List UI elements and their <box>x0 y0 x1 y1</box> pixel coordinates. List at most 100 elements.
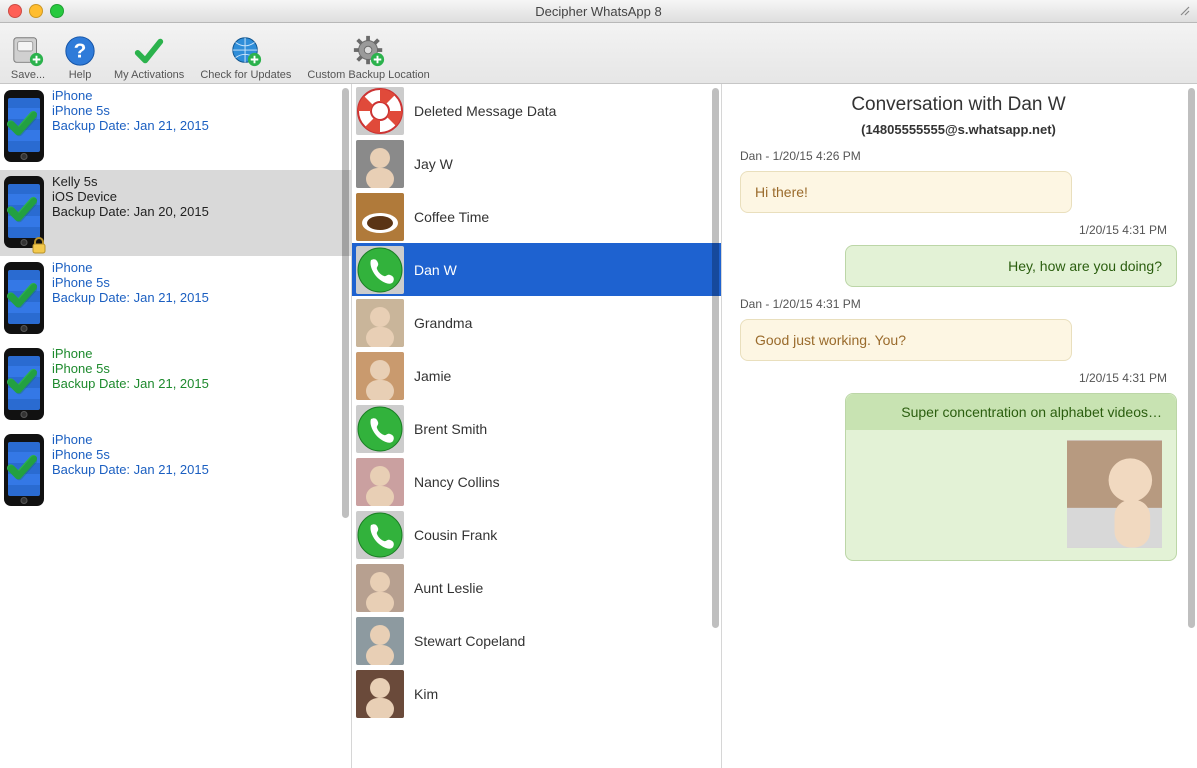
gear-icon <box>351 33 387 69</box>
contact-item[interactable]: Jay W <box>352 137 721 190</box>
contact-item[interactable]: Aunt Leslie <box>352 561 721 614</box>
contact-item[interactable]: Coffee Time <box>352 190 721 243</box>
device-thumbnail <box>4 432 46 510</box>
toolbar-label: Check for Updates <box>200 69 291 81</box>
save-button[interactable]: Save... <box>4 33 52 81</box>
contact-name: Nancy Collins <box>404 474 500 490</box>
custom-backup-button[interactable]: Custom Backup Location <box>301 33 435 81</box>
avatar <box>356 352 404 400</box>
toolbar-label: My Activations <box>114 69 184 81</box>
scrollbar[interactable] <box>712 88 719 628</box>
avatar <box>356 511 404 559</box>
device-info: iPhoneiPhone 5sBackup Date: Jan 21, 2015 <box>52 260 209 305</box>
outgoing-message: Hey, how are you doing? <box>845 245 1177 287</box>
device-item[interactable]: iPhoneiPhone 5sBackup Date: Jan 21, 2015 <box>0 342 351 428</box>
help-button[interactable]: ? Help <box>56 33 104 81</box>
message-text: Hey, how are you doing? <box>1008 258 1162 274</box>
contact-item[interactable]: Stewart Copeland <box>352 614 721 667</box>
scrollbar[interactable] <box>1188 88 1195 628</box>
avatar <box>356 458 404 506</box>
window-title: Decipher WhatsApp 8 <box>0 4 1197 19</box>
contact-name: Jay W <box>404 156 453 172</box>
minimize-window-button[interactable] <box>29 4 43 18</box>
avatar <box>356 246 404 294</box>
incoming-message: Hi there! <box>740 171 1072 213</box>
avatar <box>356 193 404 241</box>
message-timestamp: Dan - 1/20/15 4:31 PM <box>740 297 1177 311</box>
device-list: iPhoneiPhone 5sBackup Date: Jan 21, 2015… <box>0 84 352 768</box>
contact-name: Aunt Leslie <box>404 580 483 596</box>
scrollbar[interactable] <box>342 88 349 518</box>
contact-item[interactable]: Cousin Frank <box>352 508 721 561</box>
device-name: iPhone <box>52 346 209 361</box>
contact-name: Grandma <box>404 315 472 331</box>
contact-name: Cousin Frank <box>404 527 497 543</box>
window-controls <box>0 4 64 18</box>
device-backup-date: Backup Date: Jan 21, 2015 <box>52 290 209 305</box>
device-model: iOS Device <box>52 189 209 204</box>
avatar <box>356 670 404 718</box>
contact-name: Kim <box>404 686 438 702</box>
device-item[interactable]: iPhoneiPhone 5sBackup Date: Jan 21, 2015 <box>0 428 351 514</box>
titlebar: Decipher WhatsApp 8 <box>0 0 1197 23</box>
lock-icon <box>30 236 48 254</box>
device-thumbnail <box>4 88 46 166</box>
outgoing-message: Super concentration on alphabet videos… <box>845 393 1177 561</box>
conversation-pane: Conversation with Dan W (14805555555@s.w… <box>722 84 1197 768</box>
avatar <box>356 405 404 453</box>
device-backup-date: Backup Date: Jan 21, 2015 <box>52 462 209 477</box>
device-item[interactable]: iPhoneiPhone 5sBackup Date: Jan 21, 2015 <box>0 256 351 342</box>
help-icon: ? <box>62 33 98 69</box>
contact-item[interactable]: Dan W <box>352 243 721 296</box>
zoom-window-button[interactable] <box>50 4 64 18</box>
message-timestamp: 1/20/15 4:31 PM <box>740 223 1177 237</box>
conversation-subtitle: (14805555555@s.whatsapp.net) <box>740 122 1177 137</box>
conversation-title: Conversation with Dan W <box>740 94 1177 116</box>
contact-name: Brent Smith <box>404 421 487 437</box>
toolbar-label: Help <box>69 69 92 81</box>
device-model: iPhone 5s <box>52 447 209 462</box>
activations-button[interactable]: My Activations <box>108 33 190 81</box>
message-text: Hi there! <box>755 184 808 200</box>
contact-item[interactable]: Brent Smith <box>352 402 721 455</box>
contact-list: Deleted Message Data Jay W Coffee Time Dan … <box>352 84 722 768</box>
device-name: Kelly 5s <box>52 174 209 189</box>
resize-handle-icon[interactable] <box>1177 3 1193 19</box>
device-model: iPhone 5s <box>52 103 209 118</box>
device-item[interactable]: iPhoneiPhone 5sBackup Date: Jan 21, 2015 <box>0 84 351 170</box>
message-text: Good just working. You? <box>755 332 906 348</box>
contact-name: Dan W <box>404 262 457 278</box>
close-window-button[interactable] <box>8 4 22 18</box>
device-thumbnail <box>4 260 46 338</box>
message-attachment[interactable] <box>1067 440 1162 548</box>
device-item[interactable]: Kelly 5siOS DeviceBackup Date: Jan 20, 2… <box>0 170 351 256</box>
contact-item[interactable]: Kim <box>352 667 721 720</box>
device-info: iPhoneiPhone 5sBackup Date: Jan 21, 2015 <box>52 432 209 477</box>
toolbar: Save... ? Help My Activations <box>0 23 1197 84</box>
contact-name: Coffee Time <box>404 209 489 225</box>
device-name: iPhone <box>52 260 209 275</box>
device-backup-date: Backup Date: Jan 20, 2015 <box>52 204 209 219</box>
device-info: Kelly 5siOS DeviceBackup Date: Jan 20, 2… <box>52 174 209 219</box>
device-model: iPhone 5s <box>52 275 209 290</box>
contact-item[interactable]: Jamie <box>352 349 721 402</box>
device-name: iPhone <box>52 88 209 103</box>
contact-item[interactable]: Deleted Message Data <box>352 84 721 137</box>
save-icon <box>10 33 46 69</box>
avatar <box>356 299 404 347</box>
device-backup-date: Backup Date: Jan 21, 2015 <box>52 118 209 133</box>
contact-name: Deleted Message Data <box>404 103 556 119</box>
message-timestamp: 1/20/15 4:31 PM <box>740 371 1177 385</box>
checkmark-icon <box>131 33 167 69</box>
device-backup-date: Backup Date: Jan 21, 2015 <box>52 376 209 391</box>
globe-icon <box>228 33 264 69</box>
contact-item[interactable]: Grandma <box>352 296 721 349</box>
contact-name: Jamie <box>404 368 451 384</box>
check-updates-button[interactable]: Check for Updates <box>194 33 297 81</box>
contact-item[interactable]: Nancy Collins <box>352 455 721 508</box>
device-info: iPhoneiPhone 5sBackup Date: Jan 21, 2015 <box>52 88 209 133</box>
contact-name: Stewart Copeland <box>404 633 525 649</box>
avatar <box>356 564 404 612</box>
device-model: iPhone 5s <box>52 361 209 376</box>
device-info: iPhoneiPhone 5sBackup Date: Jan 21, 2015 <box>52 346 209 391</box>
